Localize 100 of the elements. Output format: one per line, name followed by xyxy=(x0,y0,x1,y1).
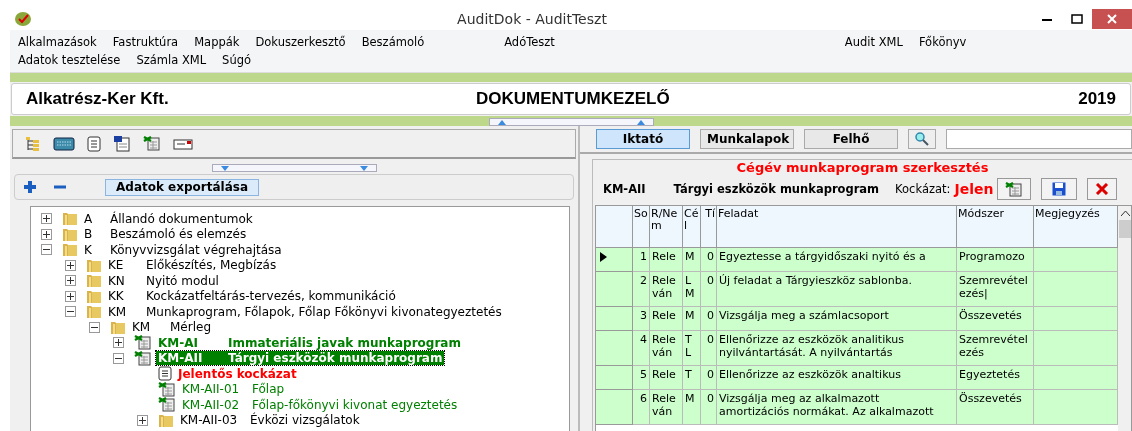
save-button[interactable] xyxy=(1041,178,1078,200)
table-cell: T L xyxy=(683,331,701,366)
close-icon xyxy=(1107,14,1117,24)
collapse-icon[interactable] xyxy=(89,321,100,333)
table-cell: Rele ván xyxy=(650,390,683,425)
table-cell: Programozo xyxy=(957,248,1034,272)
splitter-handle[interactable] xyxy=(211,164,377,172)
tree-item[interactable]: A Állandó dokumentumok xyxy=(82,211,255,226)
tree-item[interactable]: KM-AII Tárgyi eszközök munkaprogram xyxy=(156,351,445,366)
expand-icon[interactable] xyxy=(41,228,52,240)
expand-icon[interactable] xyxy=(41,213,52,225)
collapse-icon[interactable] xyxy=(41,244,52,256)
spreadsheet-icon xyxy=(134,335,152,351)
menu-item[interactable]: Fastruktúra xyxy=(112,35,179,49)
table-cell: Szemrevétel ezés| xyxy=(957,272,1034,307)
spreadsheet-icon xyxy=(1005,181,1024,197)
table-cell: Rele xyxy=(650,366,683,390)
column-header[interactable]: Módszer xyxy=(957,206,1034,248)
menu-item[interactable]: Mappák xyxy=(194,35,240,49)
tree-item[interactable]: KM-AII-02 Főlap-főkönyvi kivonat egyeztetés xyxy=(180,397,460,412)
search-field[interactable] xyxy=(946,129,1132,149)
tab[interactable]: Munkalapok xyxy=(700,129,794,149)
table-cell: Vizsgálja meg a számlacsoport xyxy=(717,307,957,331)
folder-icon xyxy=(62,211,78,227)
table-cell: Egyeztesse a tárgyidőszaki nyitó és a xyxy=(717,248,957,272)
splitter-handle[interactable] xyxy=(488,118,654,126)
table-cell: 2 xyxy=(633,272,650,307)
export-button[interactable]: Adatok exportálása xyxy=(105,178,260,196)
search-button[interactable] xyxy=(908,129,936,149)
year-label: 2019 xyxy=(1078,89,1116,109)
program-name: Tárgyi eszközök munkaprogram xyxy=(673,182,880,196)
scrollbar-thumb[interactable] xyxy=(1119,220,1131,238)
table-cell: L M xyxy=(683,272,701,307)
company-name: Alkatrész-Ker Kft. xyxy=(26,89,170,109)
document-icon xyxy=(158,366,172,382)
menu-item[interactable]: Számla XML xyxy=(136,53,207,67)
tree-icon[interactable] xyxy=(25,135,41,152)
tree-item[interactable]: B Beszámoló és elemzés xyxy=(82,227,249,242)
menu-item[interactable]: AdóTeszt xyxy=(504,35,555,49)
table-cell: Rele xyxy=(650,307,683,331)
expand-icon[interactable] xyxy=(65,275,76,287)
expand-icon[interactable] xyxy=(65,290,76,302)
table-cell: 0 xyxy=(701,390,717,425)
tree-item[interactable]: KM-AI Immateriális javak munkaprogram xyxy=(156,335,463,350)
scroll-up-icon[interactable] xyxy=(1120,210,1130,216)
tree-item[interactable]: KM-AII-03 Évközi vizsgálatok xyxy=(178,413,362,428)
tree-item[interactable]: K Könyvvizsgálat végrehajtása xyxy=(82,242,284,257)
column-header[interactable]: Tí xyxy=(701,206,717,248)
document-icon[interactable] xyxy=(87,135,101,152)
table-cell: M xyxy=(683,307,701,331)
table-cell: Összevetés xyxy=(957,390,1034,425)
expand-icon[interactable] xyxy=(137,414,148,426)
menu-item[interactable]: Alkalmazások xyxy=(18,35,97,49)
menu-item[interactable]: Dokuszerkesztő xyxy=(255,35,346,49)
tree-item[interactable]: Jelentős kockázat xyxy=(176,366,299,381)
risk-value: Jelen xyxy=(954,181,994,197)
tree-item[interactable]: KM Mérleg xyxy=(130,320,213,335)
tree-item[interactable]: KK Kockázatfeltárás-tervezés, kommunikáció xyxy=(106,289,398,304)
folder-icon xyxy=(62,242,78,258)
row-header[interactable] xyxy=(596,248,633,272)
scrollbar[interactable] xyxy=(1118,206,1131,431)
risk-label: Kockázat: xyxy=(895,182,951,196)
column-header[interactable]: Feladat xyxy=(717,206,957,248)
column-header[interactable]: R/Nem xyxy=(650,206,683,248)
table-cell: Összevetés xyxy=(957,307,1034,331)
tree-item[interactable]: KM-AII-01 Főlap xyxy=(180,382,287,397)
menu-item[interactable]: Beszámoló xyxy=(361,35,425,49)
tree-item[interactable]: KM Munkaprogram, Főlapok, Főlap Főkönyvi kivonategyeztetés xyxy=(106,304,504,319)
table-cell: M xyxy=(683,390,701,425)
column-header[interactable]: Megjegyzés xyxy=(1034,206,1118,248)
envelope-icon[interactable] xyxy=(173,137,193,150)
expand-icon[interactable] xyxy=(65,259,76,271)
column-header[interactable]: So xyxy=(633,206,650,248)
tab[interactable]: Iktató xyxy=(596,129,690,149)
table-cell: Rele ván xyxy=(650,272,683,307)
table-cell: Rele xyxy=(650,248,683,272)
column-header[interactable]: Cél xyxy=(683,206,701,248)
keyboard-icon[interactable] xyxy=(53,136,75,151)
word-document-icon[interactable] xyxy=(113,135,131,152)
folder-icon xyxy=(158,412,174,428)
plus-icon[interactable] xyxy=(23,180,37,194)
table-cell: Új feladat a Tárgyieszköz sablonba. xyxy=(717,272,957,307)
export-excel-button[interactable] xyxy=(997,178,1032,200)
expand-icon[interactable] xyxy=(113,337,124,349)
close-button[interactable] xyxy=(1092,9,1132,29)
table-cell: 0 xyxy=(701,307,717,331)
menu-item[interactable]: Audit XML xyxy=(844,35,903,49)
table-cell: Szemrevétel ezés xyxy=(957,331,1034,366)
collapse-icon[interactable] xyxy=(65,306,76,318)
spreadsheet-icon xyxy=(134,350,152,366)
menu-item[interactable]: Súgó xyxy=(222,53,252,67)
menu-item[interactable]: Adatok tesztelése xyxy=(18,53,121,67)
folder-icon xyxy=(86,288,102,304)
tab[interactable]: Felhő xyxy=(804,129,898,149)
tree-item[interactable]: KE Előkészítés, Megbízás xyxy=(106,258,279,273)
tree-item[interactable]: KN Nyitó modul xyxy=(106,273,221,288)
folder-icon xyxy=(86,273,102,289)
delete-button[interactable] xyxy=(1087,178,1118,200)
menu-item[interactable]: Főkönyv xyxy=(918,35,967,49)
collapse-icon[interactable] xyxy=(113,352,124,364)
